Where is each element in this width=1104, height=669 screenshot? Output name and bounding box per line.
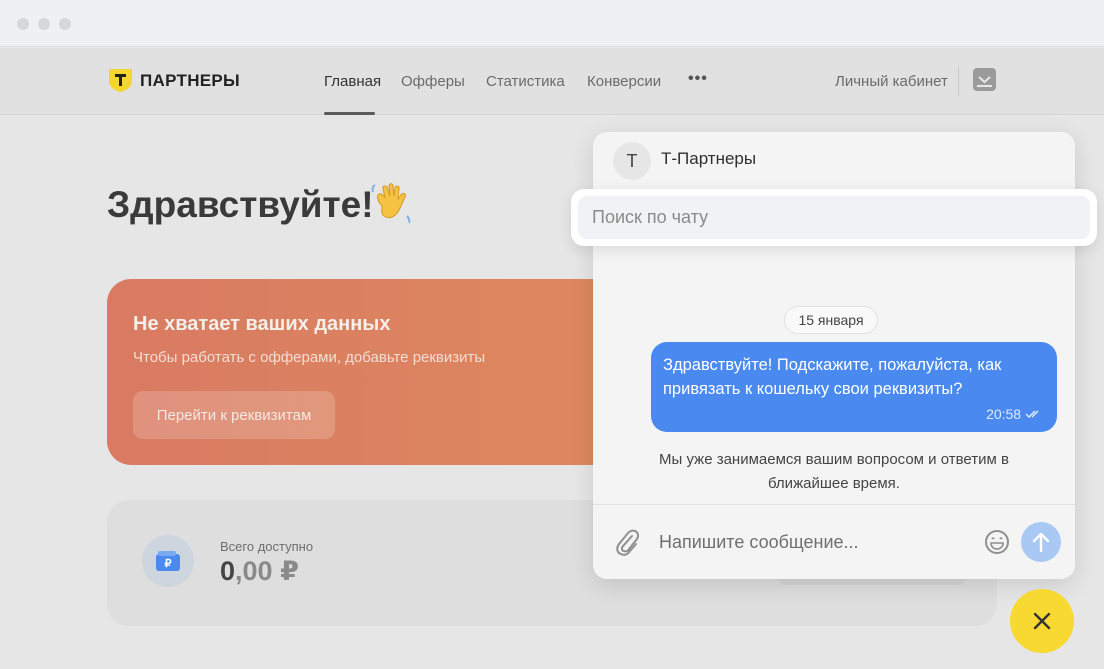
window-minimize-button[interactable]	[38, 18, 50, 30]
nav-more-button[interactable]: •••	[688, 70, 708, 88]
nav-item-main[interactable]: Главная	[324, 73, 381, 90]
page-title: Здравствуйте!	[107, 184, 374, 225]
send-button[interactable]	[1021, 522, 1061, 562]
window-maximize-button[interactable]	[59, 18, 71, 30]
message-composer	[593, 504, 1075, 579]
message-input[interactable]	[659, 527, 969, 557]
nav-divider	[958, 67, 959, 96]
cabinet-dropdown-icon[interactable]	[973, 68, 996, 91]
nav-item-offers[interactable]: Офферы	[401, 73, 465, 90]
arrow-up-icon	[1032, 532, 1050, 553]
outgoing-message[interactable]: Здравствуйте! Подскажите, пожалуйста, ка…	[651, 342, 1057, 432]
waving-hand-icon	[371, 183, 411, 224]
requisites-banner: Не хватает ваших данных Чтобы работать с…	[107, 279, 667, 465]
close-icon	[1033, 612, 1051, 630]
balance-amount-int: 0	[220, 556, 236, 586]
logo-text: ПАРТНЕРЫ	[140, 70, 240, 90]
close-chat-button[interactable]	[1010, 589, 1074, 653]
logo-shield-icon	[109, 69, 132, 92]
message-meta: 20:58	[986, 406, 1043, 422]
date-separator: 15 января	[784, 306, 878, 334]
logo[interactable]: ПАРТНЕРЫ	[108, 68, 240, 93]
nav-item-conversions[interactable]: Конверсии	[587, 73, 661, 90]
chat-search-input[interactable]	[578, 196, 1090, 239]
window-close-button[interactable]	[17, 18, 29, 30]
balance-amount-dec: ,00 ₽	[235, 556, 299, 586]
system-message: Мы уже занимаемся вашим вопросом и ответ…	[659, 451, 1009, 492]
chat-title: Т-Партнеры	[661, 149, 757, 168]
go-to-requisites-button[interactable]: Перейти к реквизитам	[133, 391, 335, 439]
svg-text:₽: ₽	[165, 558, 172, 570]
message-time: 20:58	[986, 406, 1022, 422]
double-check-icon	[1025, 410, 1039, 419]
balance-label: Всего доступно	[220, 539, 314, 554]
banner-title: Не хватает ваших данных	[133, 313, 391, 335]
chat-search-popup	[571, 189, 1097, 246]
banner-subtitle: Чтобы работать с офферами, добавьте рекв…	[133, 349, 486, 366]
chat-header: Т Т-Партнеры	[593, 132, 1075, 188]
wallet-icon: ₽	[142, 535, 194, 587]
attach-icon[interactable]	[614, 527, 640, 557]
message-text: Здравствуйте! Подскажите, пожалуйста, ка…	[663, 356, 1002, 398]
top-navbar: ПАРТНЕРЫ Главная Офферы Статистика Конве…	[0, 48, 1104, 115]
balance-amount: 0,00 ₽	[220, 556, 299, 587]
nav-item-statistics[interactable]: Статистика	[486, 73, 565, 90]
window-titlebar	[0, 0, 1104, 47]
nav-item-cabinet[interactable]: Личный кабинет	[835, 73, 948, 90]
chat-avatar: Т	[613, 142, 651, 180]
emoji-icon[interactable]	[984, 529, 1010, 555]
nav-active-indicator	[324, 112, 375, 115]
